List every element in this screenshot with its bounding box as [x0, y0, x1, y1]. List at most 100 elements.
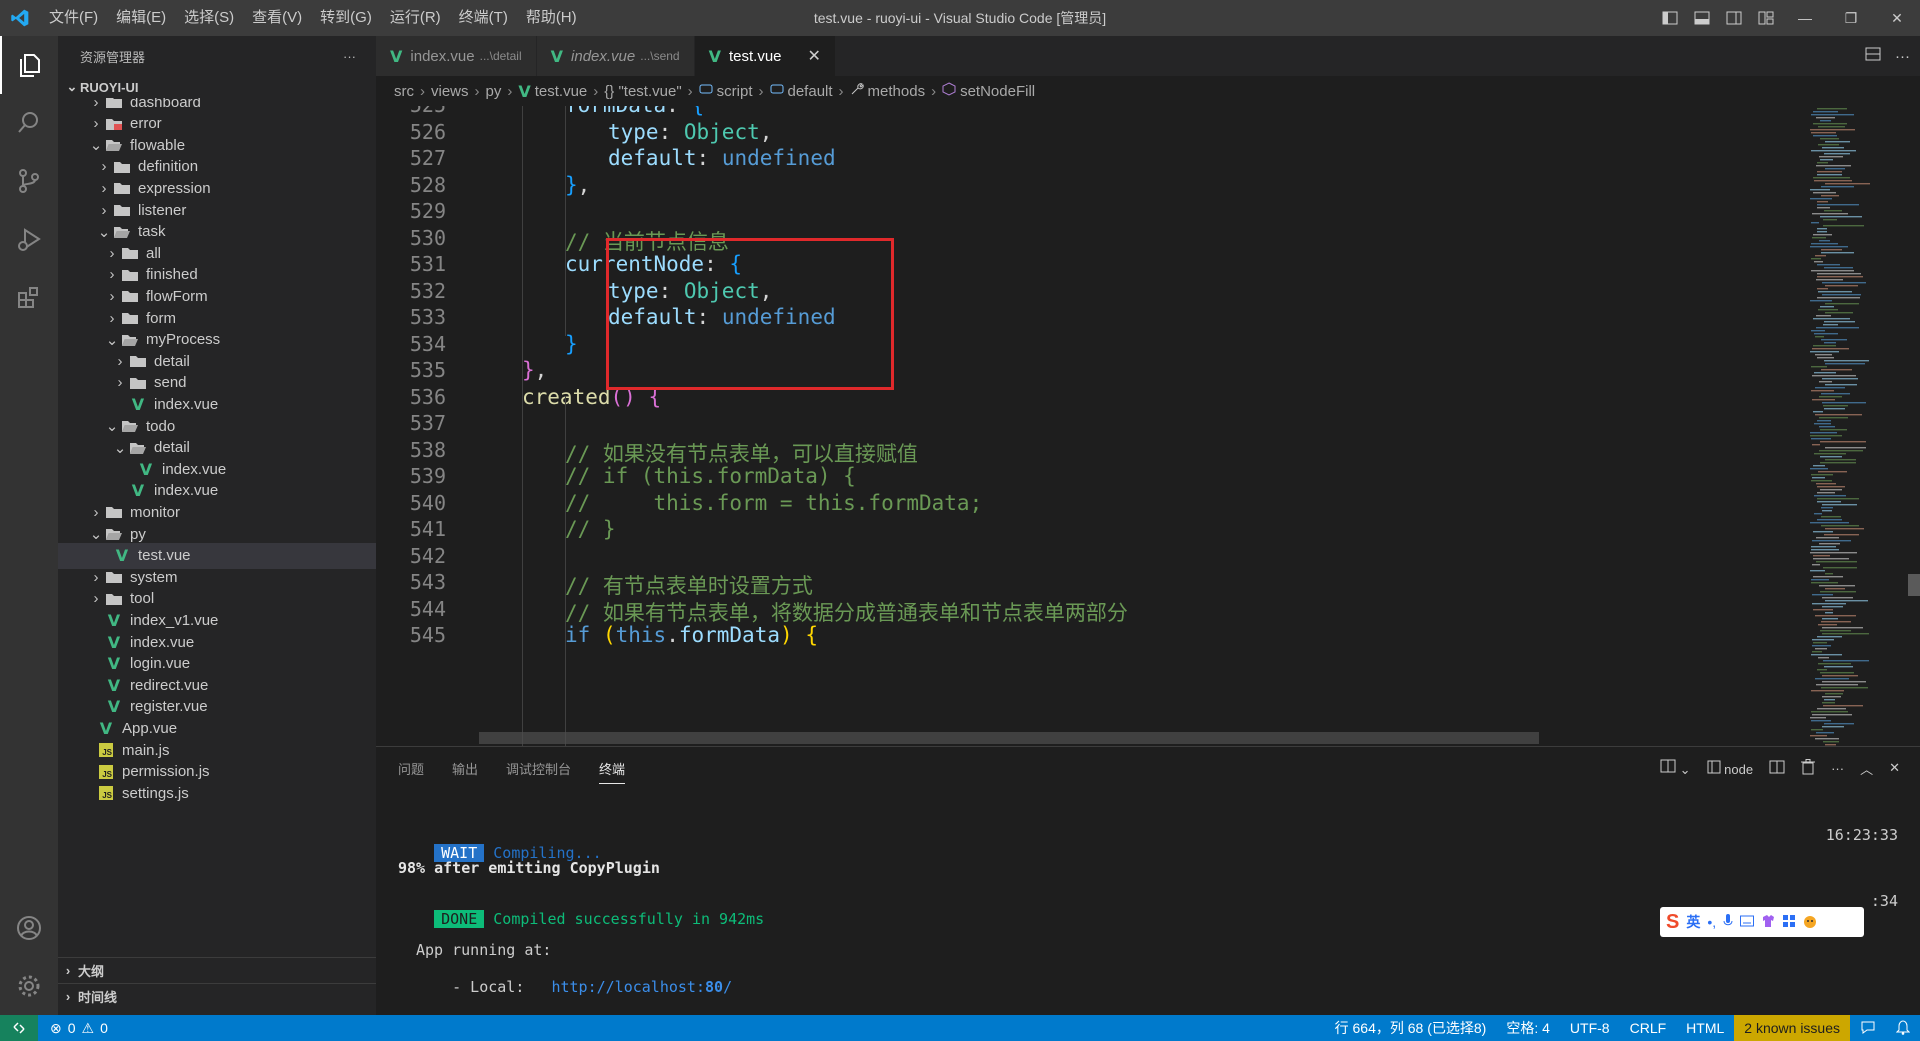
close-tab-icon[interactable]: ✕	[808, 46, 821, 66]
code-token: // this.form = this.formData;	[565, 490, 983, 515]
customize-layout-icon[interactable]	[1750, 0, 1782, 36]
editor-tab[interactable]: Vindex.vue ...\detail	[376, 36, 537, 76]
remote-indicator-icon[interactable]	[0, 1015, 38, 1041]
menu-item[interactable]: 编辑(E)	[107, 0, 175, 36]
wait-time: 16:23:33	[1825, 826, 1898, 844]
known-issues-badge[interactable]: 2 known issues	[1734, 1015, 1850, 1041]
settings-gear-icon[interactable]	[0, 957, 58, 1015]
trash-icon[interactable]	[1801, 758, 1816, 778]
mascot-icon[interactable]	[1803, 914, 1817, 931]
panel-tab[interactable]: 终端	[599, 759, 626, 784]
breadcrumb-item[interactable]: test.vue	[535, 83, 588, 100]
breadcrumb-item[interactable]: {} "test.vue"	[604, 83, 681, 100]
line-ending[interactable]: CRLF	[1620, 1020, 1677, 1036]
chevron-right-icon: ›	[117, 374, 123, 392]
breadcrumb-item[interactable]: py	[486, 83, 502, 100]
code-line: // if (this.formData) {	[565, 464, 856, 488]
done-time: :34	[1870, 892, 1898, 910]
microphone-icon[interactable]	[1723, 913, 1733, 931]
breadcrumb-separator-icon: ›	[758, 82, 764, 100]
local-url-suffix[interactable]: /	[723, 978, 732, 996]
source-control-icon[interactable]	[0, 152, 58, 210]
panel-tab[interactable]: 调试控制台	[506, 759, 571, 778]
encoding[interactable]: UTF-8	[1560, 1020, 1620, 1036]
indentation[interactable]: 空格: 4	[1496, 1018, 1560, 1038]
menu-item[interactable]: 帮助(H)	[517, 0, 586, 36]
code-token: type	[608, 119, 659, 144]
code-token: if	[565, 623, 591, 647]
vue-file-icon: V	[107, 632, 121, 652]
tree-item-label: detail	[154, 352, 190, 370]
minimap[interactable]	[1800, 106, 1920, 746]
line-number: 531	[409, 252, 446, 276]
tree-item-label: form	[146, 309, 176, 327]
menu-item[interactable]: 选择(S)	[175, 0, 243, 36]
punctuation-icon[interactable]: •,	[1707, 914, 1716, 930]
minimize-icon[interactable]: —	[1782, 0, 1828, 36]
run-debug-icon[interactable]	[0, 210, 58, 268]
menu-item[interactable]: 转到(G)	[311, 0, 381, 36]
panel-layout-icon[interactable]	[1769, 759, 1785, 778]
close-window-icon[interactable]: ✕	[1874, 0, 1920, 36]
cursor-position[interactable]: 行 664，列 68 (已选择8)	[1325, 1018, 1497, 1038]
code-token: // 如果有节点表单，将数据分成普通表单和节点表单两部分	[565, 600, 1128, 625]
more-actions-icon[interactable]: ···	[1895, 48, 1910, 65]
search-icon[interactable]	[0, 94, 58, 152]
code-token: default	[608, 146, 697, 170]
breadcrumb-item[interactable]: methods	[868, 83, 926, 100]
breadcrumb-item[interactable]: views	[431, 83, 469, 100]
panel-tab[interactable]: 输出	[452, 759, 478, 778]
file-item[interactable]: JS settings.js	[58, 780, 376, 806]
breadcrumb-item[interactable]: script	[717, 83, 753, 100]
toggle-panel-icon[interactable]	[1686, 0, 1718, 36]
code-token: (	[602, 623, 616, 647]
terminal-selector[interactable]: node	[1707, 760, 1753, 777]
menu-item[interactable]: 文件(F)	[40, 0, 107, 36]
toggle-secondary-sidebar-icon[interactable]	[1718, 0, 1750, 36]
extensions-icon[interactable]	[0, 268, 58, 326]
accounts-icon[interactable]	[0, 899, 58, 957]
panel-tab[interactable]: 问题	[398, 759, 424, 778]
folder-icon	[104, 505, 124, 519]
ime-toolbar[interactable]: S 英 •,	[1660, 907, 1864, 937]
workspace-root[interactable]: ⌄ RUOYI-UI	[58, 76, 139, 98]
explorer-icon[interactable]	[0, 36, 58, 94]
code-editor[interactable]: 525formData: {526type: Object,527default…	[376, 106, 1920, 746]
horizontal-scrollbar[interactable]	[479, 732, 1539, 744]
ime-lang[interactable]: 英	[1686, 912, 1700, 932]
maximize-panel-icon[interactable]: ︿	[1860, 759, 1873, 778]
close-panel-icon[interactable]: ✕	[1889, 760, 1900, 776]
skin-icon[interactable]	[1761, 914, 1775, 931]
notifications-bell-icon[interactable]	[1886, 1019, 1920, 1038]
feedback-icon[interactable]	[1850, 1019, 1886, 1038]
code-line: }	[565, 332, 578, 356]
breadcrumb-item[interactable]: src	[394, 83, 414, 100]
toggle-sidebar-icon[interactable]	[1654, 0, 1686, 36]
problems-status[interactable]: ⊗ 0 ⚠ 0	[38, 1020, 108, 1037]
tree-item-label: myProcess	[146, 331, 221, 349]
timeline-section[interactable]: › 时间线	[58, 983, 376, 1009]
editor-tab[interactable]: Vtest.vue ✕	[694, 36, 836, 76]
editor-tabs: Vindex.vue ...\detail Vindex.vue ...\send Vt…	[376, 36, 1920, 76]
line-number: 529	[409, 199, 446, 223]
toolbox-icon[interactable]	[1782, 914, 1796, 931]
more-actions-icon[interactable]: ···	[343, 49, 356, 64]
vue-file-icon: V	[107, 697, 121, 717]
editor-tab[interactable]: Vindex.vue ...\send	[536, 36, 695, 76]
menu-item[interactable]: 终端(T)	[450, 0, 517, 36]
restore-icon[interactable]: ❐	[1828, 0, 1874, 36]
language-mode[interactable]: HTML	[1676, 1020, 1734, 1036]
keyboard-icon[interactable]	[1740, 914, 1755, 930]
outline-section[interactable]: › 大纲	[58, 957, 376, 983]
split-editor-icon[interactable]	[1865, 46, 1881, 66]
local-url-prefix[interactable]: http://localhost:	[551, 978, 705, 996]
split-terminal-icon[interactable]: ⌄	[1660, 758, 1691, 778]
breadcrumb-item[interactable]: default	[788, 83, 833, 100]
local-url-port[interactable]: 80	[705, 978, 723, 996]
more-actions-icon[interactable]: ···	[1831, 761, 1844, 776]
menu-item[interactable]: 运行(R)	[381, 0, 450, 36]
code-token: created	[522, 384, 611, 409]
breadcrumb-item[interactable]: setNodeFill	[960, 83, 1035, 100]
breadcrumb-separator-icon: ›	[420, 82, 425, 100]
menu-item[interactable]: 查看(V)	[243, 0, 311, 36]
